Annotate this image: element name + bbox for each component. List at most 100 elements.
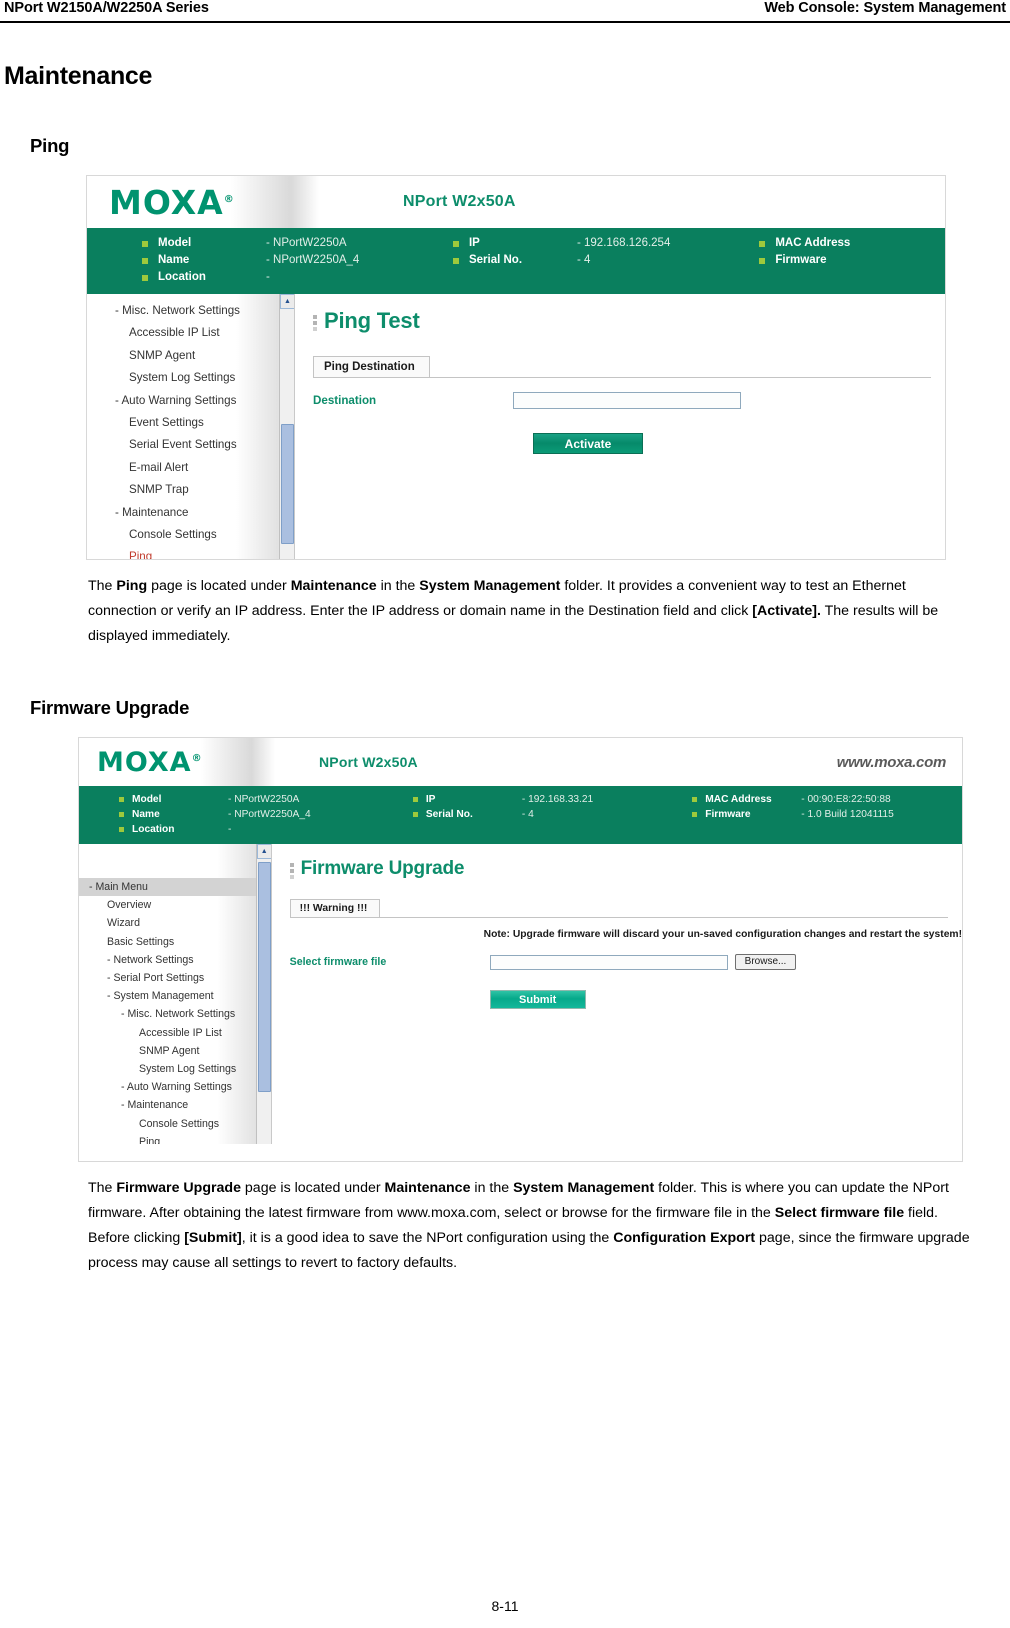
device-info-row: Location -: [142, 270, 453, 285]
info-key: MAC Address: [705, 794, 772, 805]
info-value: - 192.168.126.254: [576, 237, 671, 249]
sidebar-item-auto-warning-settings[interactable]: - Auto Warning Settings: [87, 390, 294, 412]
sidebar-item-serial-event-settings[interactable]: Serial Event Settings: [87, 434, 294, 456]
running-head-right: Web Console: System Management: [764, 0, 1006, 16]
moxa-logo-panel: MOXA®: [79, 738, 275, 786]
square-bullet-icon: [692, 797, 698, 802]
activate-button[interactable]: Activate: [533, 433, 643, 454]
scrollbar-thumb[interactable]: [281, 424, 294, 544]
sidebar-item-auto-warning-settings[interactable]: - Auto Warning Settings: [79, 1078, 271, 1096]
square-bullet-icon: [142, 257, 148, 264]
info-key: MAC Address: [775, 237, 851, 249]
text-run-bold: System Management: [513, 1180, 655, 1196]
browse-button[interactable]: Browse...: [734, 954, 797, 970]
screenshot-firmware-upgrade-console: MOXA® NPort W2x50A www.moxa.com Model - …: [78, 737, 963, 1162]
text-run: The: [88, 1180, 117, 1196]
sidebar-item-network-settings[interactable]: - Network Settings: [79, 951, 271, 969]
sidebar-item-snmp-agent[interactable]: SNMP Agent: [87, 345, 294, 367]
moxa-logo-panel: MOXA®: [87, 176, 319, 228]
square-bullet-icon: [452, 257, 459, 264]
sidebar-item-maintenance[interactable]: - Maintenance: [79, 1096, 271, 1114]
info-key: Firmware: [705, 809, 751, 820]
info-key: Firmware: [775, 254, 827, 266]
device-info-row: Name - NPortW2250A_4: [142, 253, 453, 268]
scrollbar-thumb[interactable]: [257, 862, 271, 1092]
sidebar-item-misc-network-settings[interactable]: - Misc. Network Settings: [79, 1005, 271, 1023]
moxa-logo: MOXA®: [97, 746, 203, 778]
nav-list: - Misc. Network Settings Accessible IP L…: [87, 300, 294, 559]
title-dots-icon: [289, 859, 294, 879]
sidebar-scrollbar[interactable]: ▲: [255, 844, 271, 1144]
info-key: Location: [132, 824, 175, 835]
sidebar-item-system-log-settings[interactable]: System Log Settings: [87, 367, 294, 389]
device-info-bar: Model - NPortW2250A Name - NPortW2250A_4…: [79, 786, 962, 844]
moxa-logo: MOXA®: [109, 182, 235, 222]
info-key: Name: [158, 254, 190, 266]
console-body: - Misc. Network Settings Accessible IP L…: [87, 294, 945, 559]
sidebar-item-overview[interactable]: Overview: [79, 896, 271, 914]
console-product-name: NPort W2x50A: [403, 193, 516, 210]
text-run: , it is a good idea to save the NPort co…: [241, 1230, 614, 1246]
device-info-column-2: IP - 192.168.126.254 Serial No. - 4: [452, 236, 759, 285]
submit-button[interactable]: Submit: [489, 990, 586, 1009]
device-info-row: Model - NPortW2250A: [119, 793, 413, 806]
screenshot-ping-console: MOXA® NPort W2x50A Model - NPortW2250A N…: [86, 175, 946, 560]
firmware-file-input[interactable]: [489, 954, 728, 970]
sidebar-item-misc-network-settings[interactable]: - Misc. Network Settings: [87, 300, 294, 322]
sidebar-item-maintenance[interactable]: - Maintenance: [87, 502, 294, 524]
sidebar-item-event-settings[interactable]: Event Settings: [87, 412, 294, 434]
device-info-column-1: Model - NPortW2250A Name - NPortW2250A_4…: [87, 236, 453, 285]
square-bullet-icon: [119, 812, 124, 817]
info-value: - NPortW2250A_4: [228, 809, 311, 820]
paragraph-ping: The Ping page is located under Maintenan…: [88, 574, 973, 649]
sidebar-item-system-log-settings[interactable]: System Log Settings: [79, 1060, 271, 1078]
chapter-title: Maintenance: [4, 62, 153, 90]
running-head-rule: [0, 21, 1010, 23]
scroll-up-arrow-icon[interactable]: ▲: [280, 294, 294, 309]
text-run-bold: [Submit]: [184, 1230, 242, 1246]
destination-input[interactable]: [513, 392, 741, 409]
console-logo-bar: MOXA® NPort W2x50A www.moxa.com: [79, 738, 962, 786]
device-info-row: MAC Address - 00:90:E8:22:50:88: [692, 793, 962, 806]
device-info-row: Firmware: [759, 253, 945, 268]
sidebar-scrollbar[interactable]: ▲: [279, 294, 294, 559]
sidebar-item-console-settings[interactable]: Console Settings: [79, 1115, 271, 1133]
console-sidebar-ping[interactable]: - Misc. Network Settings Accessible IP L…: [87, 294, 295, 559]
text-run-bold: Configuration Export: [613, 1230, 756, 1246]
console-product-name: NPort W2x50A: [319, 754, 418, 770]
console-sidebar-firmware[interactable]: - Main Menu Overview Wizard Basic Settin…: [79, 844, 272, 1144]
sidebar-item-basic-settings[interactable]: Basic Settings: [79, 933, 271, 951]
square-bullet-icon: [759, 240, 766, 247]
text-run-bold: Ping: [116, 578, 148, 594]
sidebar-item-snmp-trap[interactable]: SNMP Trap: [87, 479, 294, 501]
panel-tab-warning: !!! Warning !!!: [289, 899, 381, 917]
info-key: Serial No.: [425, 809, 473, 820]
info-key: Serial No.: [468, 254, 523, 266]
sidebar-item-ping[interactable]: Ping: [79, 1133, 271, 1144]
square-bullet-icon: [142, 274, 148, 281]
sidebar-item-snmp-agent[interactable]: SNMP Agent: [79, 1042, 271, 1060]
upgrade-warning-note: Note: Upgrade firmware will discard your…: [483, 929, 962, 940]
console-content-firmware: Firmware Upgrade !!! Warning !!! Note: U…: [271, 844, 962, 1144]
sidebar-item-accessible-ip-list[interactable]: Accessible IP List: [87, 322, 294, 344]
page-number: 8-11: [491, 1598, 519, 1614]
square-bullet-icon: [119, 797, 124, 802]
destination-label: Destination: [313, 394, 377, 407]
sidebar-item-console-settings[interactable]: Console Settings: [87, 524, 294, 546]
text-run: The: [88, 578, 117, 594]
info-value: - 00:90:E8:22:50:88: [801, 794, 891, 805]
panel-divider: [313, 377, 931, 378]
scroll-up-arrow-icon[interactable]: ▲: [256, 844, 271, 859]
info-value: - NPortW2250A: [228, 794, 300, 805]
info-value: - NPortW2250A_4: [266, 254, 360, 266]
info-value: - 192.168.33.21: [521, 794, 594, 805]
sidebar-item-email-alert[interactable]: E-mail Alert: [87, 457, 294, 479]
info-key: Model: [132, 794, 162, 805]
sidebar-item-main-menu[interactable]: - Main Menu: [79, 878, 261, 897]
square-bullet-icon: [412, 812, 418, 817]
sidebar-item-serial-port-settings[interactable]: - Serial Port Settings: [79, 969, 271, 987]
sidebar-item-accessible-ip-list[interactable]: Accessible IP List: [79, 1024, 271, 1042]
sidebar-item-ping[interactable]: Ping: [87, 546, 294, 559]
sidebar-item-system-management[interactable]: - System Management: [79, 987, 271, 1005]
sidebar-item-wizard[interactable]: Wizard: [79, 914, 271, 932]
